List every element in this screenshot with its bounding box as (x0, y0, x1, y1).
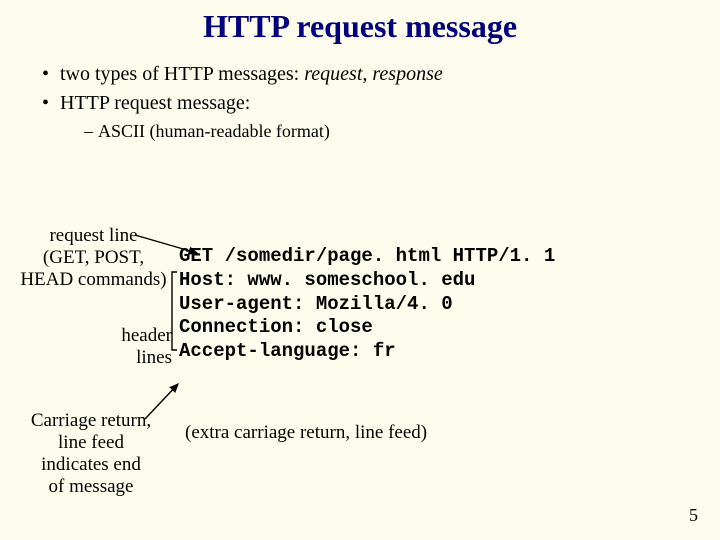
bullet-1-text-pre: two types of HTTP messages: (60, 63, 304, 85)
bullet-dot-icon: • (42, 92, 60, 115)
bullet-list: •two types of HTTP messages: request, re… (42, 63, 720, 142)
bullet-2-text: HTTP request message: (60, 92, 250, 114)
page-number: 5 (689, 505, 698, 526)
bullet-1-text-emph: request, response (304, 63, 443, 85)
http-line-1: GET /somedir/page. html HTTP/1. 1 (179, 245, 555, 267)
sub-bullet: –ASCII (human-readable format) (84, 121, 720, 142)
slide-title: HTTP request message (0, 0, 720, 45)
http-line-5: Accept-language: fr (179, 340, 396, 362)
sub-bullet-text: ASCII (human-readable format) (98, 121, 330, 141)
label-request-line: request line (GET, POST, HEAD commands) (16, 225, 171, 291)
bullet-1: •two types of HTTP messages: request, re… (42, 63, 720, 86)
http-line-4: Connection: close (179, 316, 373, 338)
dash-icon: – (84, 121, 98, 142)
http-line-3: User-agent: Mozilla/4. 0 (179, 293, 453, 315)
http-message-block: GET /somedir/page. html HTTP/1. 1 Host: … (179, 245, 555, 364)
label-extra-crlf: (extra carriage return, line feed) (185, 422, 427, 444)
bullet-dot-icon: • (42, 63, 60, 86)
label-carriage-return: Carriage return, line feed indicates end… (16, 410, 166, 497)
diagram-area: request line (GET, POST, HEAD commands) … (0, 215, 720, 505)
http-line-2: Host: www. someschool. edu (179, 269, 475, 291)
bullet-2: •HTTP request message: (42, 92, 720, 115)
label-header-lines: header lines (102, 325, 172, 369)
